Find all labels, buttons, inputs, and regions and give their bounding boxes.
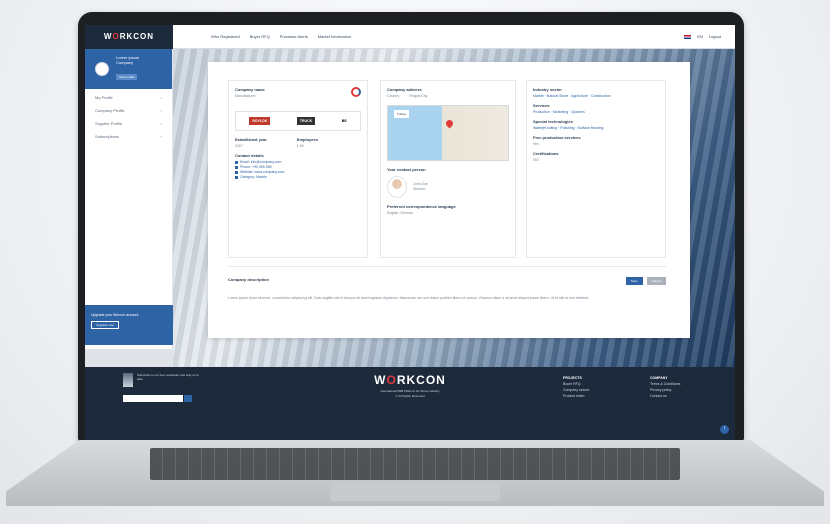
company-logo-icon [351, 87, 361, 97]
language-value: English, German [387, 211, 414, 215]
phone-icon [235, 166, 238, 169]
screen: W O RKCON Who Registered Buyer RFQ Purchas… [85, 25, 735, 440]
employees-label: Employees [296, 137, 318, 142]
established-value: 2007 [235, 144, 243, 148]
tag-icon [235, 176, 238, 179]
footer-company: COMPANY Terms & Conditions Privacy polic… [650, 375, 680, 399]
logout-link[interactable]: Logout [709, 34, 721, 39]
nav-item-market-info[interactable]: Market Information [318, 34, 351, 39]
brand-logo: ROYLOK [249, 117, 271, 125]
newsletter-block: Subscribe to our free newsletter and sta… [123, 373, 203, 381]
sidebar-promo: Upgrade your Worcon account Upgrade now [85, 305, 173, 345]
company-address-panel: Company address Country Region/City Turk… [380, 80, 516, 258]
location-map[interactable]: Turkey [387, 105, 509, 161]
map-label: Turkey [394, 110, 410, 118]
chevron-right-icon: › [160, 121, 162, 126]
category-value: Category: Marble [240, 175, 267, 179]
company-profile-card: Company name Manufacturer ROYLOK TRUCK B… [208, 62, 690, 338]
sector-value: Marble · Natural Stone · Agriculture · C… [533, 94, 611, 98]
avatar[interactable] [95, 62, 109, 76]
sidebar-item-label: Supplier Profile [95, 121, 123, 126]
flag-icon [684, 34, 692, 39]
services-title: Services [533, 103, 550, 108]
language-title: Preferred correspondence language [387, 204, 456, 209]
company-description: Company description Save Cancel Lorem ip… [228, 266, 666, 326]
footer-link[interactable]: Product Index [563, 393, 589, 399]
region-field[interactable]: Region/City [409, 94, 427, 99]
services-value: Production · Marketing · Quarries [533, 110, 585, 114]
person-role: Director [413, 187, 426, 191]
newsletter-email-input[interactable] [123, 395, 183, 402]
scroll-up-icon[interactable]: ↑ [720, 425, 729, 434]
language-code: EN [697, 34, 703, 39]
sidebar-item-my-profile[interactable]: My Profile › [85, 89, 172, 102]
footer-link[interactable]: Contact us [650, 393, 680, 399]
top-navbar: W O RKCON Who Registered Buyer RFQ Purchas… [85, 25, 735, 49]
save-button[interactable]: Save [625, 277, 643, 285]
nav-item-who-registered[interactable]: Who Registered [211, 34, 240, 39]
cancel-button[interactable]: Cancel [646, 277, 666, 285]
newsletter-submit-button[interactable] [184, 395, 192, 402]
free-services-value: Yes [533, 142, 539, 146]
sidebar: Lorem ipsum Company View profile My Prof… [85, 49, 173, 349]
footer: Subscribe to our free newsletter and sta… [85, 367, 735, 440]
sector-title: Industry sector [533, 87, 562, 92]
main-nav: Who Registered Buyer RFQ Purchase Alerts… [211, 34, 351, 39]
footer-projects: PROJECTS Buyer RFQ Company search Produc… [563, 375, 589, 399]
footer-logo: WORKCON [374, 373, 446, 387]
keyboard [150, 448, 680, 480]
nav-item-purchase-alerts[interactable]: Purchase Alerts [280, 34, 308, 39]
newsletter-text: Subscribe to our free newsletter and sta… [137, 373, 200, 381]
brand-logo: BE [341, 119, 347, 123]
sidebar-item-label: Subscriptions [95, 134, 120, 139]
brand-logo: TRUCK [296, 117, 316, 125]
sidebar-item-label: My Profile [95, 95, 113, 100]
sidebar-item-label: Company Profile [95, 108, 125, 113]
brand-logos: ROYLOK TRUCK BE [235, 111, 361, 131]
contact-person-title: Your contact person [387, 167, 426, 172]
chevron-right-icon: › [160, 134, 162, 139]
sidebar-profile: Lorem ipsum Company View profile [85, 49, 172, 89]
free-services-title: Free production services [533, 135, 581, 140]
promo-text: Upgrade your Worcon account [91, 313, 139, 317]
employees-value: 1-50 [296, 144, 304, 148]
country-field[interactable]: Country [387, 94, 399, 99]
footer-tagline-block: International B2B Platform for Stone Ind… [335, 389, 485, 398]
company-info-panel: Company name Manufacturer ROYLOK TRUCK B… [228, 80, 368, 258]
profile-sub: Company [116, 60, 134, 65]
description-title: Company description [228, 277, 269, 282]
sidebar-item-company-profile[interactable]: Company Profile › [85, 102, 172, 115]
description-text[interactable]: Lorem ipsum dolor sit amet, consectetur … [228, 296, 666, 301]
company-subtitle: Manufacturer [235, 94, 256, 98]
chevron-right-icon: › [160, 95, 162, 100]
globe-icon [235, 171, 238, 174]
chevron-right-icon: › [160, 108, 162, 113]
map-pin-icon [444, 118, 455, 129]
contact-person: John Doe Director [387, 176, 509, 198]
language-selector[interactable]: EN Logout [684, 34, 735, 39]
contact-category: Category: Marble [235, 175, 361, 180]
special-tech-value: Waterjet cutting · Polishing · Surface f… [533, 126, 604, 130]
view-profile-button[interactable]: View profile [116, 74, 138, 80]
person-photo [387, 176, 407, 198]
description-actions: Save Cancel [625, 277, 666, 285]
special-tech-title: Special technologies [533, 119, 573, 124]
contact-details-title: Contact details [235, 153, 264, 158]
app-logo[interactable]: W O RKCON [85, 25, 173, 49]
upgrade-button[interactable]: Upgrade now [91, 321, 119, 329]
company-title: Company name [235, 87, 265, 92]
footer-copyright: © All Rights Reserved [395, 393, 425, 398]
certifications-title: Certifications [533, 151, 559, 156]
industry-panel: Industry sector Marble · Natural Stone ·… [526, 80, 666, 258]
nav-item-buyer-rfq[interactable]: Buyer RFQ [250, 34, 270, 39]
established-label: Established year [235, 137, 267, 142]
certifications-value: ISO [533, 158, 540, 162]
address-title: Company address [387, 87, 422, 92]
sidebar-item-supplier-profile[interactable]: Supplier Profile › [85, 115, 172, 128]
mail-icon [235, 161, 238, 164]
sidebar-item-subscriptions[interactable]: Subscriptions › [85, 128, 172, 141]
trackpad [330, 483, 500, 501]
